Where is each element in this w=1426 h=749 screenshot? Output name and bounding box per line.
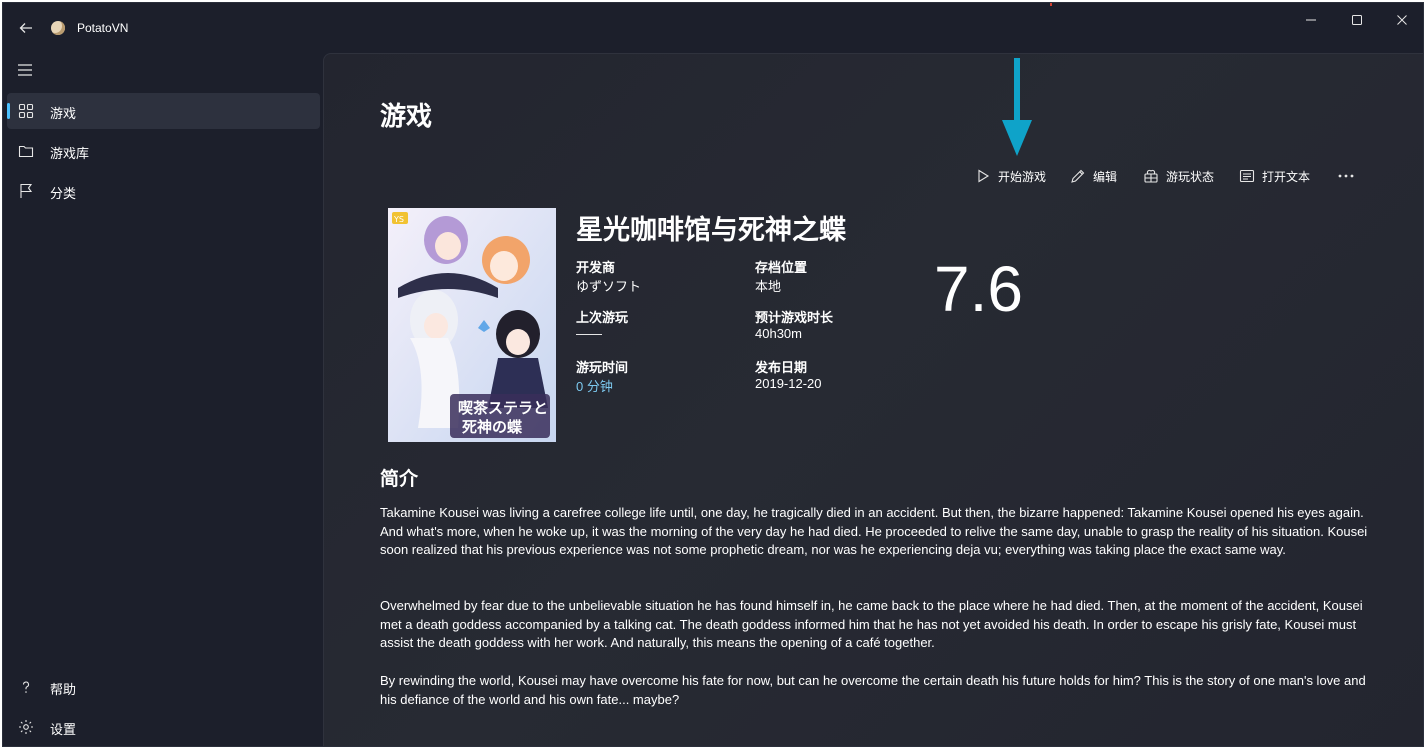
save-location-value: 本地 — [755, 279, 782, 294]
play-icon — [974, 167, 992, 185]
start-game-label: 开始游戏 — [998, 169, 1047, 184]
hamburger-icon — [18, 64, 32, 76]
svg-text:YS: YS — [393, 215, 404, 224]
menu-toggle-button[interactable] — [16, 61, 36, 81]
last-played-label: 上次游玩 — [576, 310, 629, 325]
edit-button[interactable]: 编辑 — [1069, 164, 1117, 188]
sidebar-item-categories[interactable]: 分类 — [7, 173, 320, 209]
developer-value: ゆずソフト — [576, 279, 642, 294]
ellipsis-icon — [1338, 174, 1354, 178]
play-status-label: 游玩状态 — [1166, 169, 1215, 184]
grid-icon — [17, 102, 35, 120]
app-window: PotatoVN 游戏 游戏库 分类 帮助 设置 游戏 开始游戏 编辑 游玩状态… — [2, 2, 1424, 747]
close-icon — [1397, 15, 1407, 25]
sidebar-item-label: 分类 — [50, 186, 77, 201]
sidebar-item-label: 帮助 — [50, 682, 77, 697]
folder-icon — [17, 142, 35, 160]
estimated-time-label: 预计游戏时长 — [755, 310, 834, 325]
potato-logo-icon — [51, 21, 65, 35]
save-location-label: 存档位置 — [755, 260, 808, 275]
game-title: 星光咖啡馆与死神之蝶 — [576, 215, 846, 245]
gear-icon — [17, 718, 35, 736]
app-title: PotatoVN — [77, 21, 129, 35]
sidebar-item-label: 游戏 — [50, 106, 77, 121]
question-icon — [17, 678, 35, 696]
title-bar: PotatoVN — [3, 3, 1423, 53]
developer-label: 开发商 — [576, 260, 616, 275]
maximize-icon — [1352, 15, 1362, 25]
sidebar-item-settings[interactable]: 设置 — [7, 709, 320, 745]
open-text-label: 打开文本 — [1262, 169, 1311, 184]
flag-icon — [17, 182, 35, 200]
open-text-button[interactable]: 打开文本 — [1238, 164, 1310, 188]
last-played-value: —— — [576, 326, 602, 341]
description-title: 简介 — [380, 469, 419, 490]
svg-text:喫茶ステラと: 喫茶ステラと — [458, 399, 548, 417]
rating-score: 7.6 — [934, 253, 1023, 325]
sidebar-item-library[interactable]: 游戏库 — [7, 133, 320, 169]
release-date-value: 2019-12-20 — [755, 376, 822, 391]
sidebar-item-label: 设置 — [50, 722, 77, 737]
page-title: 游戏 — [380, 101, 433, 131]
annotation-arrow-icon — [1002, 58, 1032, 156]
edit-label: 编辑 — [1093, 169, 1118, 184]
sidebar-item-games[interactable]: 游戏 — [7, 93, 320, 129]
play-time-label: 游玩时间 — [576, 360, 629, 375]
description-paragraph: Takamine Kousei was living a carefree co… — [380, 505, 1368, 558]
start-game-button[interactable]: 开始游戏 — [974, 164, 1046, 188]
description-paragraph: Overwhelmed by fear due to the unbelieva… — [380, 598, 1363, 651]
play-status-button[interactable]: 游玩状态 — [1142, 164, 1214, 188]
back-button[interactable] — [15, 17, 37, 39]
sidebar: 游戏 游戏库 分类 帮助 设置 — [3, 53, 323, 746]
more-options-button[interactable] — [1334, 164, 1358, 188]
play-time-link[interactable]: 0 分钟 — [576, 376, 613, 395]
maximize-button[interactable] — [1334, 3, 1380, 37]
main-content: 游戏 开始游戏 编辑 游玩状态 打开文本 YS 喫茶ステラと 死神の蝶 星光咖啡… — [323, 53, 1423, 746]
sidebar-item-help[interactable]: 帮助 — [7, 669, 320, 705]
estimated-time-value: 40h30m — [755, 326, 802, 341]
close-button[interactable] — [1379, 3, 1423, 37]
minimize-button[interactable] — [1288, 3, 1334, 37]
decorative-dot — [1050, 3, 1052, 6]
svg-text:死神の蝶: 死神の蝶 — [462, 418, 523, 436]
text-window-icon — [1238, 167, 1256, 185]
back-arrow-icon — [19, 23, 32, 33]
release-date-label: 发布日期 — [755, 360, 808, 375]
status-grid-icon — [1142, 167, 1160, 185]
minimize-icon — [1306, 19, 1316, 21]
description-paragraph: By rewinding the world, Kousei may have … — [380, 673, 1366, 707]
sidebar-item-label: 游戏库 — [50, 146, 90, 161]
selection-indicator — [7, 103, 10, 119]
pencil-icon — [1069, 167, 1087, 185]
game-cover-image: YS 喫茶ステラと 死神の蝶 — [388, 208, 556, 442]
